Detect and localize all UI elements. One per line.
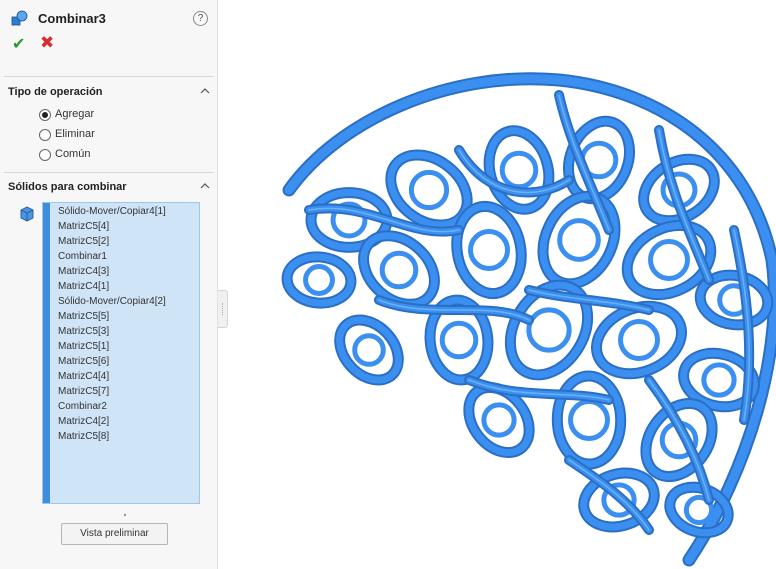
list-item[interactable]: MatrizC4[4]: [58, 369, 166, 384]
list-item[interactable]: MatrizC5[5]: [58, 309, 166, 324]
radio-button[interactable]: [39, 129, 51, 141]
list-item[interactable]: Sólido-Mover/Copiar4[1]: [58, 204, 166, 219]
list-item[interactable]: MatrizC5[3]: [58, 324, 166, 339]
radio-label: Agregar: [55, 108, 95, 120]
preview-button[interactable]: Vista preliminar: [61, 523, 168, 545]
3d-model[interactable]: [229, 0, 776, 569]
property-manager-panel: Combinar3 ? ✔ ✖ Tipo de operación Agrega…: [0, 0, 218, 569]
list-item[interactable]: MatrizC4[2]: [58, 414, 166, 429]
bodies-list-items: Sólido-Mover/Copiar4[1] MatrizC5[4] Matriz…: [58, 204, 166, 444]
panel-splitter-handle[interactable]: [218, 290, 228, 328]
list-item[interactable]: MatrizC5[4]: [58, 219, 166, 234]
list-resize-handle[interactable]: [121, 505, 129, 517]
help-icon[interactable]: ?: [193, 11, 208, 26]
list-item[interactable]: MatrizC5[1]: [58, 339, 166, 354]
ok-button[interactable]: ✔: [12, 34, 30, 53]
radio-label: Eliminar: [55, 128, 95, 140]
list-item[interactable]: Sólido-Mover/Copiar4[2]: [58, 294, 166, 309]
list-item[interactable]: Combinar1: [58, 249, 166, 264]
solid-bodies-icon: [19, 206, 35, 222]
section-title-bodies: Sólidos para combinar: [8, 181, 127, 193]
list-item[interactable]: MatrizC5[6]: [58, 354, 166, 369]
collapse-chevron-icon[interactable]: [200, 86, 210, 96]
list-item[interactable]: Combinar2: [58, 399, 166, 414]
list-item[interactable]: MatrizC4[1]: [58, 279, 166, 294]
list-item[interactable]: MatrizC5[2]: [58, 234, 166, 249]
list-accent-stripe: [43, 203, 50, 503]
list-item[interactable]: MatrizC5[8]: [58, 429, 166, 444]
graphics-viewport[interactable]: [229, 0, 776, 569]
list-item[interactable]: MatrizC5[7]: [58, 384, 166, 399]
radio-button[interactable]: [39, 149, 51, 161]
section-title-operation-type: Tipo de operación: [8, 86, 103, 98]
radio-label: Común: [55, 148, 91, 160]
collapse-chevron-icon[interactable]: [200, 181, 210, 191]
bodies-selection-list[interactable]: Sólido-Mover/Copiar4[1] MatrizC5[4] Matriz…: [42, 202, 200, 504]
cancel-button[interactable]: ✖: [40, 33, 58, 52]
radio-button-selected[interactable]: [39, 109, 51, 121]
panel-header: Combinar3 ?: [8, 8, 212, 30]
panel-title: Combinar3: [38, 11, 106, 26]
divider: [4, 76, 214, 77]
list-item[interactable]: MatrizC4[3]: [58, 264, 166, 279]
combine-icon: [11, 10, 29, 28]
divider: [4, 172, 214, 173]
